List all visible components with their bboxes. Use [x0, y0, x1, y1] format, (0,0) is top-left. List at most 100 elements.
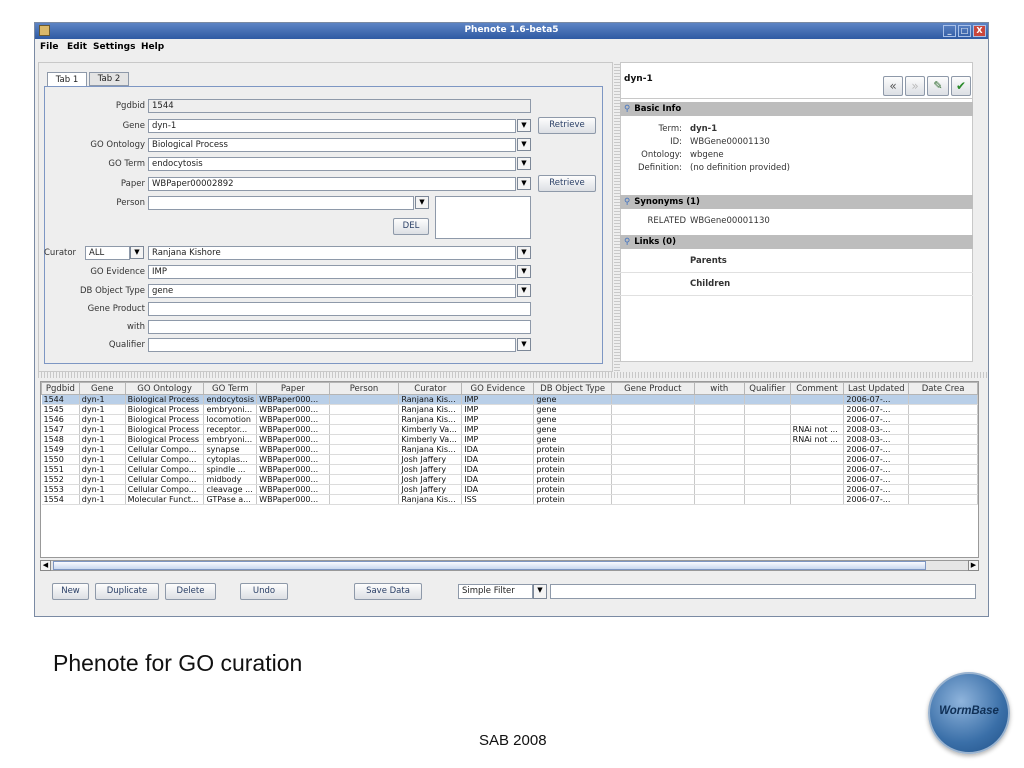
scrollbar-thumb[interactable] [53, 561, 926, 570]
go-term-dropdown-arrow[interactable]: ▼ [517, 157, 531, 170]
links-header[interactable]: ⚲ Links (0) [620, 235, 973, 249]
table-row[interactable]: 1545 dyn-1 Biological Process embryoni... WB… [41, 404, 978, 415]
column-header[interactable]: Gene Product [610, 382, 695, 395]
table-cell [908, 404, 978, 415]
gene-dropdown-arrow[interactable]: ▼ [517, 119, 531, 132]
paper-field[interactable]: WBPaper00002892 [148, 177, 516, 191]
filter-type-select[interactable]: Simple Filter [458, 584, 533, 599]
maximize-button[interactable]: □ [958, 25, 971, 37]
table-row[interactable]: 1548 dyn-1 Biological Process embryoni... WB… [41, 434, 978, 445]
curator-dropdown-arrow[interactable]: ▼ [517, 246, 531, 259]
table-row[interactable]: 1554 dyn-1 Molecular Funct... GTPase a... WB… [41, 494, 978, 505]
commit-check-icon[interactable]: ✔ [951, 76, 971, 96]
table-cell: WBPaper000... [256, 454, 330, 465]
column-header[interactable]: Gene [78, 382, 126, 395]
table-cell [329, 454, 400, 465]
db-object-type-dropdown-arrow[interactable]: ▼ [517, 284, 531, 297]
filter-dropdown-arrow[interactable]: ▼ [533, 584, 547, 599]
close-button[interactable]: X [973, 25, 986, 37]
gene-label: Gene [122, 121, 145, 131]
table-cell [908, 394, 978, 405]
person-field[interactable] [148, 196, 414, 210]
duplicate-button[interactable]: Duplicate [95, 583, 159, 600]
go-evidence-field[interactable]: IMP [148, 265, 516, 279]
person-delete-button[interactable]: DEL [393, 218, 429, 235]
table-row[interactable]: 1547 dyn-1 Biological Process receptor... WB… [41, 424, 978, 435]
table-row[interactable]: 1553 dyn-1 Cellular Compo... cleavage ... WB… [41, 484, 978, 495]
table-cell [694, 464, 745, 475]
tab-1[interactable]: Tab 1 [47, 72, 87, 87]
with-field[interactable] [148, 320, 531, 334]
column-header[interactable]: Comment [789, 382, 845, 395]
table-cell [694, 474, 745, 485]
table-cell [908, 464, 978, 475]
tab-2[interactable]: Tab 2 [89, 72, 129, 86]
menu-help[interactable]: Help [141, 42, 164, 52]
annotation-table[interactable]: Pgdbid Gene GO Ontology GO Term Paper Person C… [40, 381, 979, 558]
table-cell: IMP [461, 404, 535, 415]
person-dropdown-arrow[interactable]: ▼ [415, 196, 429, 209]
column-header[interactable]: GO Evidence [461, 382, 535, 395]
table-row[interactable]: 1551 dyn-1 Cellular Compo... spindle ... WBP… [41, 464, 978, 475]
horizontal-splitter[interactable] [36, 372, 987, 378]
column-header[interactable]: GO Ontology [124, 382, 205, 395]
menu-file[interactable]: File [40, 42, 58, 52]
term-info-tool-icon[interactable]: ✎ [927, 76, 949, 96]
save-data-button[interactable]: Save Data [354, 583, 422, 600]
title-bar[interactable]: Phenote 1.6-beta5 _ □ X [35, 23, 988, 39]
table-row[interactable]: 1546 dyn-1 Biological Process locomotion WBP… [41, 414, 978, 425]
menu-settings[interactable]: Settings [93, 42, 135, 52]
scroll-left-arrow-icon[interactable]: ◀ [40, 560, 51, 571]
table-cell [744, 464, 791, 475]
minimize-button[interactable]: _ [943, 25, 956, 37]
qualifier-dropdown-arrow[interactable]: ▼ [517, 338, 531, 351]
basic-info-header[interactable]: ⚲ Basic Info [620, 102, 973, 116]
curator-filter-dropdown-arrow[interactable]: ▼ [130, 246, 144, 259]
menu-edit[interactable]: Edit [67, 42, 87, 52]
column-header[interactable]: Pgdbid [41, 382, 80, 395]
synonyms-header[interactable]: ⚲ Synonyms (1) [620, 195, 973, 209]
paper-dropdown-arrow[interactable]: ▼ [517, 177, 531, 190]
table-cell: 2006-07-... [843, 484, 910, 495]
back-arrow-icon[interactable]: « [883, 76, 903, 96]
go-term-field[interactable]: endocytosis [148, 157, 516, 171]
delete-button[interactable]: Delete [165, 583, 216, 600]
table-row[interactable]: 1552 dyn-1 Cellular Compo... midbody WBPaper… [41, 474, 978, 485]
go-ontology-dropdown-arrow[interactable]: ▼ [517, 138, 531, 151]
table-row[interactable]: 1544 dyn-1 Biological Process endocytosis WB… [41, 394, 978, 405]
table-cell: WBPaper000... [256, 434, 330, 445]
wormbase-logo-text: WormBase [939, 705, 999, 717]
table-cell [790, 404, 845, 415]
column-header[interactable]: Curator [398, 382, 463, 395]
curator-filter-field[interactable]: ALL [85, 246, 130, 260]
table-cell: Cellular Compo... [125, 484, 205, 495]
column-header[interactable]: DB Object Type [533, 382, 612, 395]
paper-retrieve-button[interactable]: Retrieve [538, 175, 596, 192]
table-cell [790, 484, 845, 495]
table-row[interactable]: 1549 dyn-1 Cellular Compo... synapse WBPaper… [41, 444, 978, 455]
person-list[interactable] [435, 196, 531, 239]
gene-retrieve-button[interactable]: Retrieve [538, 117, 596, 134]
new-button[interactable]: New [52, 583, 89, 600]
column-header[interactable]: Last Updated [843, 382, 910, 395]
column-header[interactable]: with [693, 382, 745, 395]
qualifier-field[interactable] [148, 338, 516, 352]
column-header[interactable]: GO Term [203, 382, 258, 395]
table-row[interactable]: 1550 dyn-1 Cellular Compo... cytoplas... WBP… [41, 454, 978, 465]
column-header[interactable]: Paper [256, 382, 330, 395]
db-object-type-field[interactable]: gene [148, 284, 516, 298]
go-evidence-dropdown-arrow[interactable]: ▼ [517, 265, 531, 278]
go-ontology-field[interactable]: Biological Process [148, 138, 516, 152]
gene-product-field[interactable] [148, 302, 531, 316]
forward-arrow-icon[interactable]: » [905, 76, 925, 96]
scroll-right-arrow-icon[interactable]: ▶ [968, 560, 979, 571]
column-header[interactable]: Date Crea [908, 382, 978, 395]
table-cell [744, 394, 791, 405]
column-header[interactable]: Person [328, 382, 400, 395]
gene-field[interactable]: dyn-1 [148, 119, 516, 133]
curator-field[interactable]: Ranjana Kishore [148, 246, 516, 260]
definition-value: (no definition provided) [690, 163, 790, 173]
filter-input[interactable] [550, 584, 976, 599]
undo-button[interactable]: Undo [240, 583, 288, 600]
column-header[interactable]: Qualifier [743, 382, 791, 395]
